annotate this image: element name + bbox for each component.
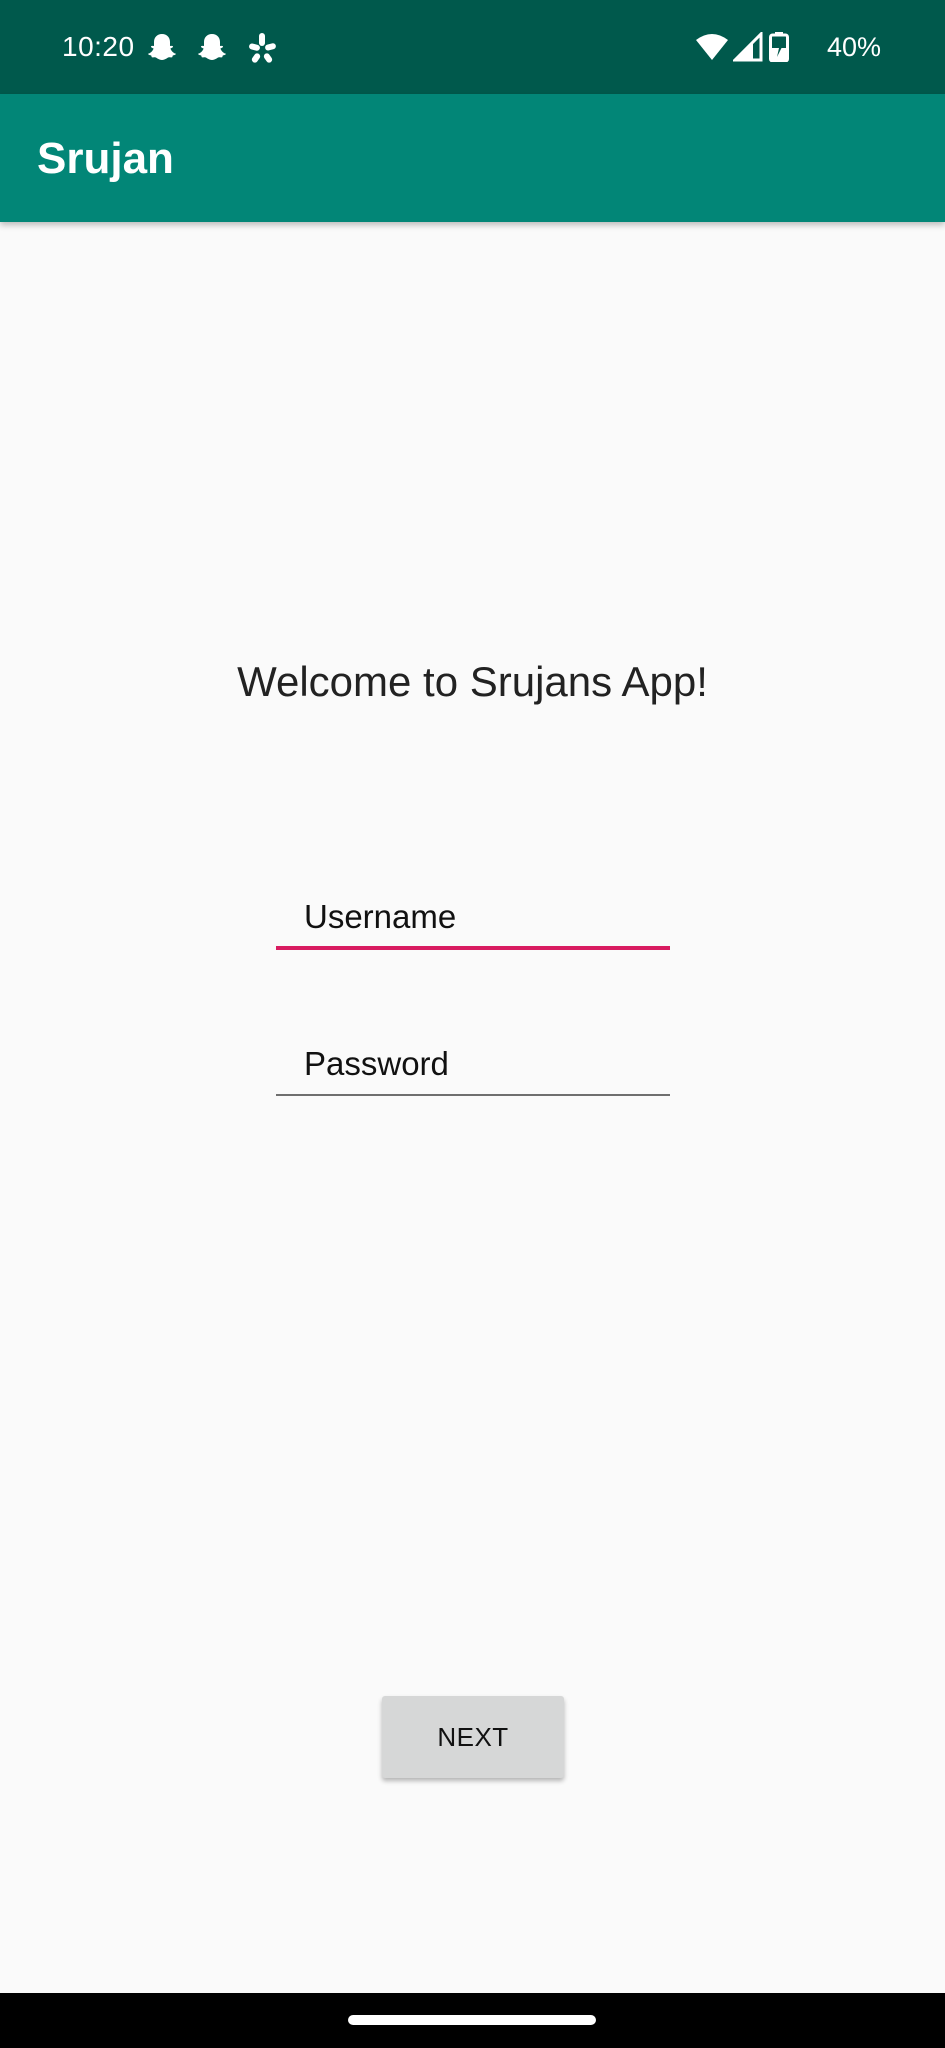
yelp-burst-icon (246, 31, 278, 65)
snapchat-ghost-icon (196, 31, 228, 65)
battery-charging-icon (769, 32, 789, 67)
battery-percentage: 40% (826, 32, 881, 62)
status-bar: 10:20 40% (0, 0, 945, 94)
password-input[interactable] (276, 1034, 670, 1096)
snapchat-ghost-icon (146, 31, 178, 65)
app-title: Srujan (37, 134, 174, 183)
app-bar: Srujan (0, 94, 945, 222)
wifi-icon (695, 32, 729, 67)
username-input[interactable] (276, 888, 670, 950)
welcome-heading: Welcome to Srujans App! (237, 658, 708, 705)
status-time: 10:20 (62, 31, 135, 62)
next-button[interactable]: NEXT (382, 1696, 564, 1778)
home-gesture-handle[interactable] (348, 2015, 596, 2025)
cellular-signal-icon (731, 30, 763, 67)
login-screen: 10:20 40% Srujan Welcome to Srujans App!… (0, 0, 945, 2048)
navigation-bar (0, 1993, 945, 2048)
system-status-icons: 40% (696, 30, 881, 67)
